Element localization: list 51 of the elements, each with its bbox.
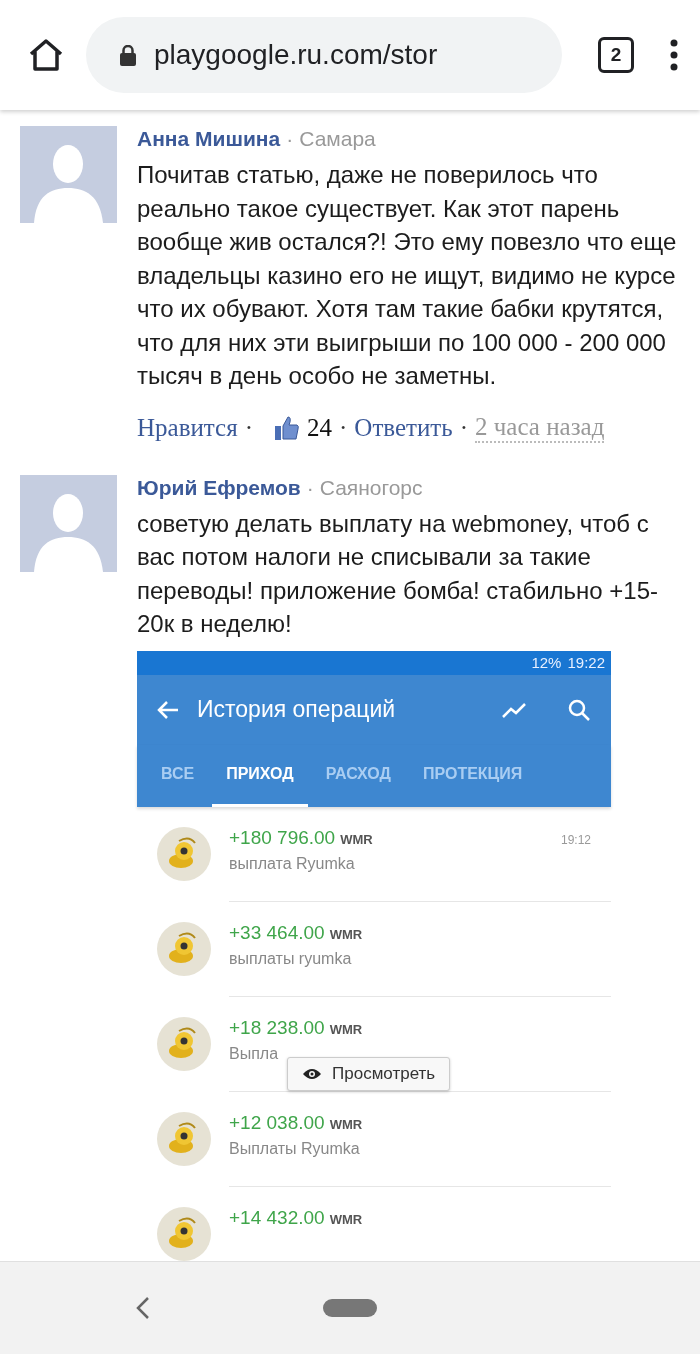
separator: · <box>244 413 253 442</box>
comment-text: советую делать выплату на webmoney, чтоб с вас потом налоги не списывали за такие переводы! приложение бомба! стабильно +15-20к в неделю! <box>137 508 659 639</box>
back-icon[interactable] <box>134 1296 152 1320</box>
currency: WMR <box>329 1021 363 1037</box>
coin-icon <box>157 826 211 881</box>
separator: · <box>339 413 348 442</box>
comment-text: Почитав статью, даже не поверилось что реально такое существует. Как этот парень вообще жив остался?! Это ему повезло что еще владельцы казино его не ищут, видимо не курсе что их обувают. Хотя там такие бабки крутятся, что для них эти выигрыши по 100 000 - 200 000 тысяч в день особо не заметны. <box>137 160 677 391</box>
author-name[interactable]: Юрий Ефремов <box>137 472 301 503</box>
home-pill[interactable] <box>323 1299 377 1317</box>
separator: · <box>286 126 294 152</box>
coin-icon <box>157 1016 211 1071</box>
author-name[interactable]: Анна Мишина <box>137 124 281 154</box>
coin-icon <box>157 1111 211 1166</box>
tab[interactable]: ПРИХОД <box>212 744 308 807</box>
thumbs-up-icon[interactable] <box>274 414 300 441</box>
amount: +33 464.00 <box>229 921 325 944</box>
menu-icon[interactable] <box>670 39 678 71</box>
action-link[interactable]: Ответить <box>354 413 453 442</box>
search-icon[interactable] <box>567 697 591 722</box>
currency: WMR <box>340 831 373 847</box>
like-count: 24 <box>307 413 332 442</box>
eye-icon <box>302 1066 322 1081</box>
app-title: История операций <box>197 696 397 723</box>
battery-level: 12% <box>531 654 562 671</box>
separator: · <box>306 474 314 501</box>
tab-count[interactable]: 2 <box>598 37 634 73</box>
author-location: Саяногорс <box>319 474 423 501</box>
transaction-description: выплаты ryumka <box>229 949 353 968</box>
transaction-description: выплата Ryumka <box>229 854 356 873</box>
status-time: 19:22 <box>567 654 605 671</box>
transaction-description: Выплаты Ryumka <box>229 1139 361 1158</box>
back-arrow-icon[interactable] <box>157 699 179 720</box>
separator: · <box>459 413 469 442</box>
lock-icon <box>120 44 136 66</box>
coin-icon <box>157 921 211 976</box>
trend-icon[interactable] <box>501 700 527 719</box>
address-bar[interactable]: playgoogle.ru.com/stor <box>86 17 562 93</box>
currency: WMR <box>329 1116 363 1132</box>
view-tooltip[interactable]: Просмотреть <box>287 1056 451 1091</box>
transaction-description: Выпла <box>229 1044 280 1063</box>
amount: +14 432.00 <box>229 1206 325 1229</box>
action-link[interactable]: Нравится <box>137 413 238 442</box>
currency: WMR <box>329 926 363 942</box>
amount: +18 238.00 <box>229 1016 325 1039</box>
amount: +180 796.00 <box>229 826 336 849</box>
amount: +12 038.00 <box>229 1111 325 1134</box>
author-location: Самара <box>299 126 376 152</box>
timestamp: 2 часа назад <box>475 412 605 443</box>
transaction-time: 19:12 <box>560 832 591 847</box>
home-icon[interactable] <box>28 38 64 72</box>
currency: WMR <box>329 1211 363 1227</box>
